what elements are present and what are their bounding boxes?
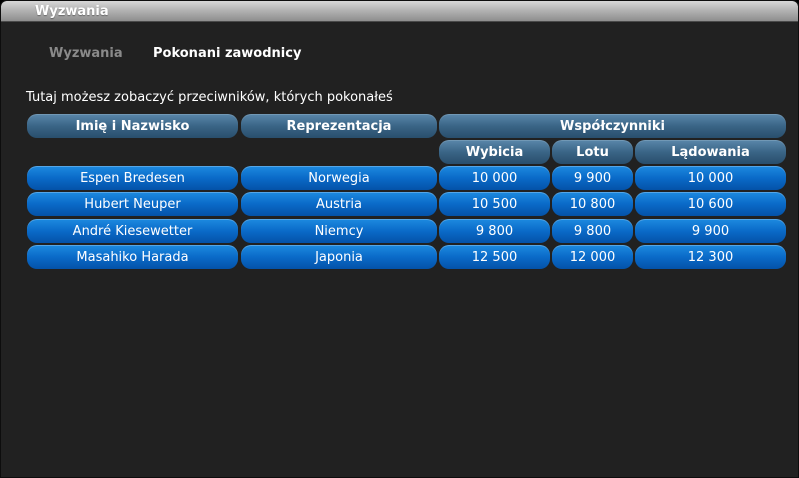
table-row-takeoff[interactable]: 10 000 (439, 166, 550, 190)
challenges-window: Wyzwania Wyzwania Pokonani zawodnicy Tut… (0, 0, 799, 478)
header-takeoff[interactable]: Wybicia (439, 140, 550, 164)
tab-challenges[interactable]: Wyzwania (49, 46, 123, 61)
header-name[interactable]: Imię i Nazwisko (27, 114, 238, 138)
table-row-flight[interactable]: 9 900 (552, 166, 633, 190)
table-row-name[interactable]: André Kiesewetter (27, 219, 238, 243)
header-coefficients: Współczynniki (439, 114, 786, 138)
table-row-landing[interactable]: 12 300 (635, 245, 786, 269)
table-row-flight[interactable]: 10 800 (552, 192, 633, 216)
description-text: Tutaj możesz zobaczyć przeciwników, któr… (26, 90, 393, 105)
table-row-takeoff[interactable]: 10 500 (439, 192, 550, 216)
table-row-name[interactable]: Hubert Neuper (27, 192, 238, 216)
table-row-representation[interactable]: Norwegia (241, 166, 437, 190)
table-row-flight[interactable]: 12 000 (552, 245, 633, 269)
table-row-takeoff[interactable]: 9 800 (439, 219, 550, 243)
table-row-landing[interactable]: 10 000 (635, 166, 786, 190)
table-row-landing[interactable]: 9 900 (635, 219, 786, 243)
title-bar[interactable]: Wyzwania (1, 1, 798, 22)
header-flight[interactable]: Lotu (552, 140, 633, 164)
table-row-name[interactable]: Espen Bredesen (27, 166, 238, 190)
table-row-representation[interactable]: Austria (241, 192, 437, 216)
table-row-name[interactable]: Masahiko Harada (27, 245, 238, 269)
table-row-takeoff[interactable]: 12 500 (439, 245, 550, 269)
table-row-representation[interactable]: Niemcy (241, 219, 437, 243)
table-row-representation[interactable]: Japonia (241, 245, 437, 269)
window-title: Wyzwania (35, 4, 109, 19)
header-landing[interactable]: Lądowania (635, 140, 786, 164)
table-row-flight[interactable]: 9 800 (552, 219, 633, 243)
tab-defeated-players[interactable]: Pokonani zawodnicy (153, 46, 301, 61)
header-representation[interactable]: Reprezentacja (241, 114, 437, 138)
table-row-landing[interactable]: 10 600 (635, 192, 786, 216)
